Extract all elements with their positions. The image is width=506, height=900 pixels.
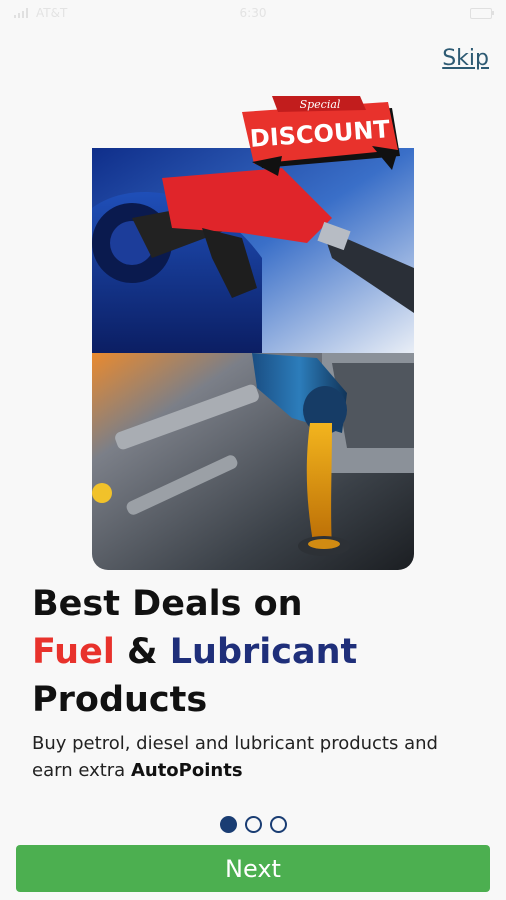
onboarding-screen: AT&T 6:30 Skip Special DISCOUNT Best Dea… bbox=[0, 0, 506, 900]
next-button[interactable]: Next bbox=[16, 845, 490, 892]
headline-fuel: Fuel bbox=[32, 632, 115, 672]
page-dot-3[interactable] bbox=[269, 816, 287, 833]
fuel-lubricant-photo bbox=[92, 148, 414, 570]
badge-small-text: Special bbox=[300, 98, 341, 111]
status-time: 6:30 bbox=[239, 6, 267, 20]
headline-line-2: Fuel & Lubricant bbox=[32, 628, 472, 676]
carrier-label: AT&T bbox=[36, 6, 68, 20]
status-left: AT&T bbox=[14, 6, 67, 20]
headline-line-3: Products bbox=[32, 680, 208, 720]
hero-image: Special DISCOUNT bbox=[92, 96, 414, 570]
page-indicator bbox=[0, 816, 506, 833]
onboarding-headline: Best Deals on Fuel & Lubricant Products bbox=[32, 580, 472, 724]
page-dot-2[interactable] bbox=[244, 816, 262, 833]
headline-ampersand: & bbox=[127, 632, 158, 672]
special-discount-badge: Special DISCOUNT bbox=[242, 96, 402, 188]
signal-icon bbox=[14, 8, 28, 18]
skip-link[interactable]: Skip bbox=[442, 46, 489, 71]
page-dot-1[interactable] bbox=[219, 816, 237, 833]
subtitle-autopoints: AutoPoints bbox=[130, 760, 243, 781]
headline-lubricant: Lubricant bbox=[169, 632, 358, 672]
headline-line-1: Best Deals on bbox=[32, 584, 303, 624]
battery-icon bbox=[470, 7, 494, 19]
photo-collage bbox=[92, 148, 414, 570]
onboarding-subtitle: Buy petrol, diesel and lubricant product… bbox=[32, 730, 482, 784]
status-right bbox=[470, 7, 494, 19]
status-bar: AT&T 6:30 bbox=[0, 0, 506, 26]
